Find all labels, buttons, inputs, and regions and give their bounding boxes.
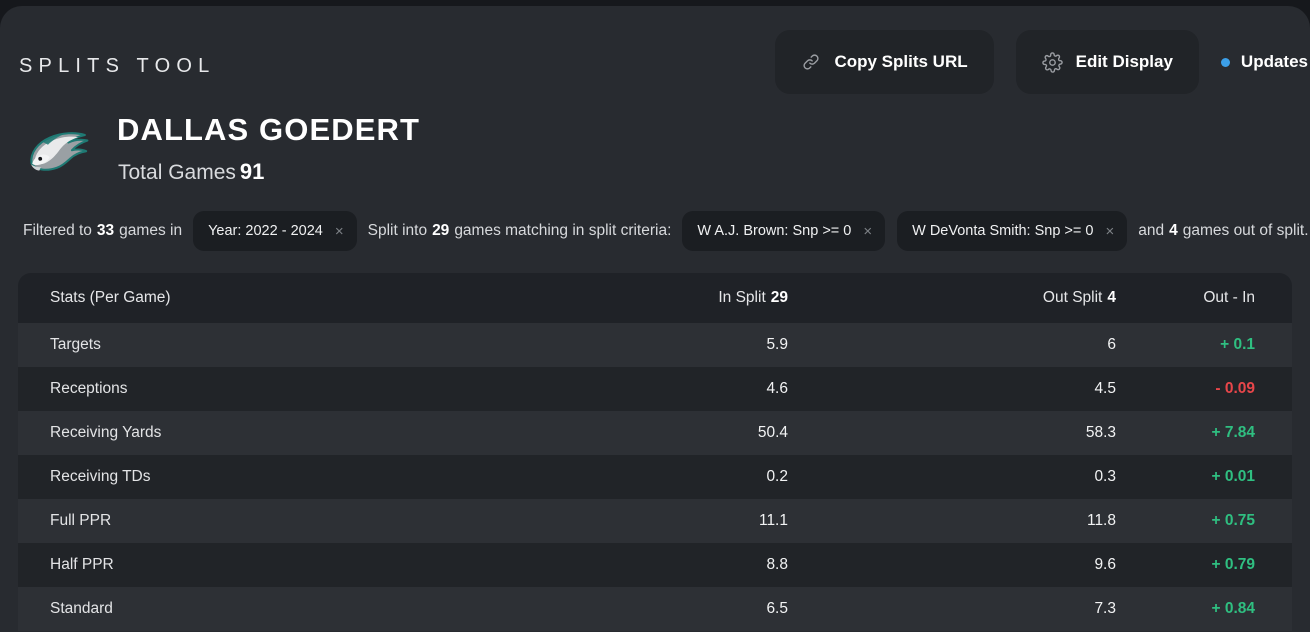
filtered-prefix-tail: games in	[119, 222, 183, 239]
split-games-count: 29	[432, 222, 450, 239]
cell-in-split-value: 11.1	[758, 512, 788, 529]
total-games-label: Total Games	[118, 161, 236, 184]
filter-bar: Filtered to 33 games in Year: 2022 - 202…	[0, 211, 1310, 251]
cell-difference-value: - 0.09	[1215, 380, 1255, 397]
splits-tool-app: SPLITS TOOL Copy Splits URL Edit Display…	[0, 0, 1310, 632]
cell-stat-name: Targets	[50, 336, 101, 353]
cell-stat-name: Full PPR	[50, 512, 112, 529]
updates-button[interactable]: Updates	[1220, 52, 1310, 72]
cell-out-split-value: 7.3	[1094, 600, 1116, 617]
close-icon[interactable]: ×	[335, 224, 344, 239]
filtered-games-count: 33	[96, 222, 115, 239]
column-header-out-split[interactable]: Out Split 4	[788, 289, 1116, 307]
splits-table: Stats (Per Game) In Split 29 Out Split 4 O…	[18, 273, 1292, 631]
column-header-stat[interactable]: Stats (Per Game)	[18, 289, 518, 307]
cell-in-split-value: 5.9	[766, 336, 788, 353]
out-split-suffix: games out of split.	[1182, 222, 1309, 239]
close-icon[interactable]: ×	[1105, 224, 1114, 239]
split-prefix-tail: games matching in split criteria:	[454, 222, 672, 239]
column-header-difference[interactable]: Out - In	[1116, 289, 1292, 307]
cell-out-split-value: 0.3	[1094, 468, 1116, 485]
cell-difference-value: + 0.1	[1220, 336, 1255, 353]
cell-stat-name: Receiving TDs	[50, 468, 151, 485]
cell-in-split-value: 8.8	[766, 556, 788, 573]
player-header: DALLAS GOEDERT Total Games 91	[0, 102, 1310, 198]
cell-out-split-value: 58.3	[1085, 424, 1116, 441]
cell-stat-name: Receiving Yards	[50, 424, 162, 441]
cell-out-split-value: 11.8	[1086, 512, 1116, 529]
filter-chip-year-label: Year: 2022 - 2024	[208, 223, 323, 239]
cell-difference-value: + 0.01	[1211, 468, 1255, 485]
updates-status-dot-icon	[1220, 57, 1230, 67]
copy-splits-url-label: Copy Splits URL	[834, 52, 968, 71]
column-header-in-split-count: 29	[770, 289, 788, 306]
split-chip-devonta-smith[interactable]: W DeVonta Smith: Snp >= 0 ×	[897, 211, 1128, 251]
cell-out-split-value: 6	[1107, 336, 1116, 353]
player-name: DALLAS GOEDERT	[117, 112, 421, 147]
table-row[interactable]: Receiving TDs 0.2 0.3 + 0.01	[18, 455, 1292, 499]
table-row[interactable]: Targets 5.9 6 + 0.1	[18, 323, 1292, 367]
app-title: SPLITS TOOL	[19, 55, 216, 77]
cell-stat-name: Half PPR	[50, 556, 114, 573]
copy-splits-url-button[interactable]: Copy Splits URL	[775, 30, 994, 94]
cell-in-split-value: 50.4	[757, 424, 788, 441]
cell-out-split-value: 4.5	[1094, 380, 1116, 397]
split-chip-aj-brown[interactable]: W A.J. Brown: Snp >= 0 ×	[682, 211, 886, 251]
cell-difference-value: + 0.75	[1211, 512, 1255, 529]
split-chip-devonta-smith-label: W DeVonta Smith: Snp >= 0	[912, 223, 1094, 239]
split-prefix: Split into	[367, 222, 428, 239]
top-actions: Copy Splits URL Edit Display Updates	[775, 30, 1310, 94]
column-header-in-split-label: In Split	[718, 289, 766, 306]
table-row[interactable]: Receiving Yards 50.4 58.3 + 7.84	[18, 411, 1292, 455]
cell-difference-value: + 7.84	[1211, 424, 1255, 441]
out-split-games-count: 4	[1169, 222, 1178, 239]
gear-icon	[1041, 51, 1063, 73]
philadelphia-eagles-logo-icon	[22, 120, 94, 182]
edit-display-button[interactable]: Edit Display	[1015, 30, 1199, 94]
updates-label: Updates	[1240, 52, 1308, 71]
cell-stat-name: Receptions	[50, 380, 128, 397]
cell-difference-value: + 0.79	[1211, 556, 1255, 573]
top-bar: SPLITS TOOL Copy Splits URL Edit Display…	[0, 6, 1310, 102]
table-body: Targets 5.9 6 + 0.1 Receptions 4.6 4.5- 0.09 Re…	[18, 323, 1292, 631]
close-icon[interactable]: ×	[863, 224, 872, 239]
main-panel: SPLITS TOOL Copy Splits URL Edit Display…	[0, 6, 1310, 632]
table-header-row: Stats (Per Game) In Split 29 Out Split 4 O…	[18, 273, 1292, 323]
column-header-out-split-count: 4	[1107, 289, 1116, 306]
split-chip-aj-brown-label: W A.J. Brown: Snp >= 0	[697, 223, 852, 239]
filtered-prefix: Filtered to	[23, 222, 92, 239]
table-row[interactable]: Receptions 4.6 4.5 - 0.09	[18, 367, 1292, 411]
cell-in-split-value: 0.2	[766, 468, 788, 485]
filter-chip-year[interactable]: Year: 2022 - 2024 ×	[193, 211, 357, 251]
table-row[interactable]: Half PPR 8.8 9.6 + 0.79	[18, 543, 1292, 587]
cell-stat-name: Standard	[50, 600, 113, 617]
column-header-out-split-label: Out Split	[1042, 289, 1103, 306]
cell-in-split-value: 4.6	[766, 380, 788, 397]
edit-display-label: Edit Display	[1075, 52, 1173, 71]
table-row[interactable]: Full PPR 11.1 11.8 + 0.75	[18, 499, 1292, 543]
table-row[interactable]: Standard 6.5 7.3 + 0.84	[18, 587, 1292, 631]
link-icon	[801, 52, 821, 72]
cell-difference-value: + 0.84	[1211, 600, 1255, 617]
cell-in-split-value: 6.5	[766, 600, 788, 617]
cell-out-split-value: 9.6	[1094, 556, 1116, 573]
column-header-in-split[interactable]: In Split 29	[518, 289, 788, 307]
total-games: Total Games 91	[118, 159, 264, 185]
total-games-value: 91	[239, 159, 265, 184]
out-split-prefix: and	[1138, 222, 1165, 239]
